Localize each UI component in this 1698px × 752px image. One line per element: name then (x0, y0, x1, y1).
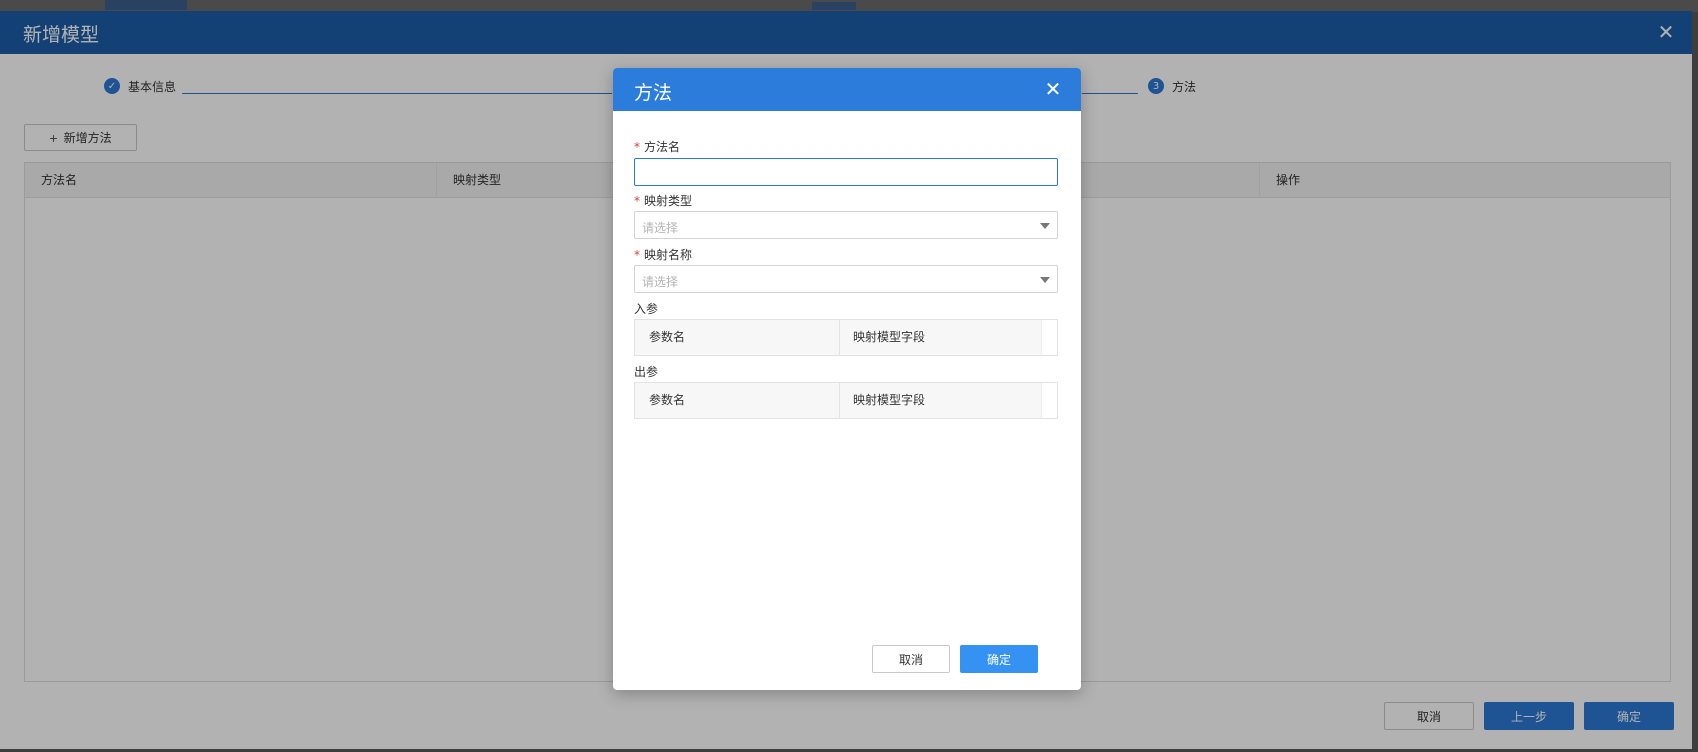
required-marker: * (634, 194, 640, 208)
modal-header: 方法 ✕ (613, 68, 1081, 111)
column-header-mapped-field: 映射模型字段 (853, 330, 926, 344)
select-placeholder: 请选择 (642, 221, 679, 235)
output-params-table: 参数名 映射模型字段 (634, 382, 1058, 419)
close-icon[interactable]: ✕ (1043, 79, 1063, 99)
label-text: 方法名 (644, 140, 681, 154)
column-header-param-name: 参数名 (649, 330, 686, 344)
input-params-label: 入参 (634, 302, 659, 316)
column-header-param-name: 参数名 (649, 393, 686, 407)
required-marker: * (634, 140, 640, 154)
chevron-down-icon (1040, 277, 1050, 283)
label-text: 映射类型 (644, 194, 693, 208)
required-marker: * (634, 248, 640, 262)
modal-title: 方法 (634, 82, 673, 104)
chevron-down-icon (1040, 223, 1050, 229)
modal-cancel-button[interactable]: 取消 (872, 645, 950, 673)
scrollbar[interactable] (1041, 383, 1057, 418)
method-modal: 方法 ✕ * 方法名 * 映射类型 请选择 * 映射名称 请选择 入参 参数名 映射模… (613, 68, 1081, 690)
mapping-name-select[interactable]: 请选择 (634, 265, 1058, 293)
output-params-label: 出参 (634, 365, 659, 379)
input-params-table: 参数名 映射模型字段 (634, 319, 1058, 356)
label-text: 映射名称 (644, 248, 693, 262)
select-placeholder: 请选择 (642, 275, 679, 289)
scrollbar[interactable] (1041, 320, 1057, 355)
method-name-input[interactable] (634, 158, 1058, 186)
mapping-type-label: * 映射类型 (634, 192, 692, 209)
method-name-label: * 方法名 (634, 138, 680, 155)
mapping-type-select[interactable]: 请选择 (634, 211, 1058, 239)
mapping-name-label: * 映射名称 (634, 246, 692, 263)
column-header-mapped-field: 映射模型字段 (853, 393, 926, 407)
modal-confirm-button[interactable]: 确定 (960, 645, 1038, 673)
